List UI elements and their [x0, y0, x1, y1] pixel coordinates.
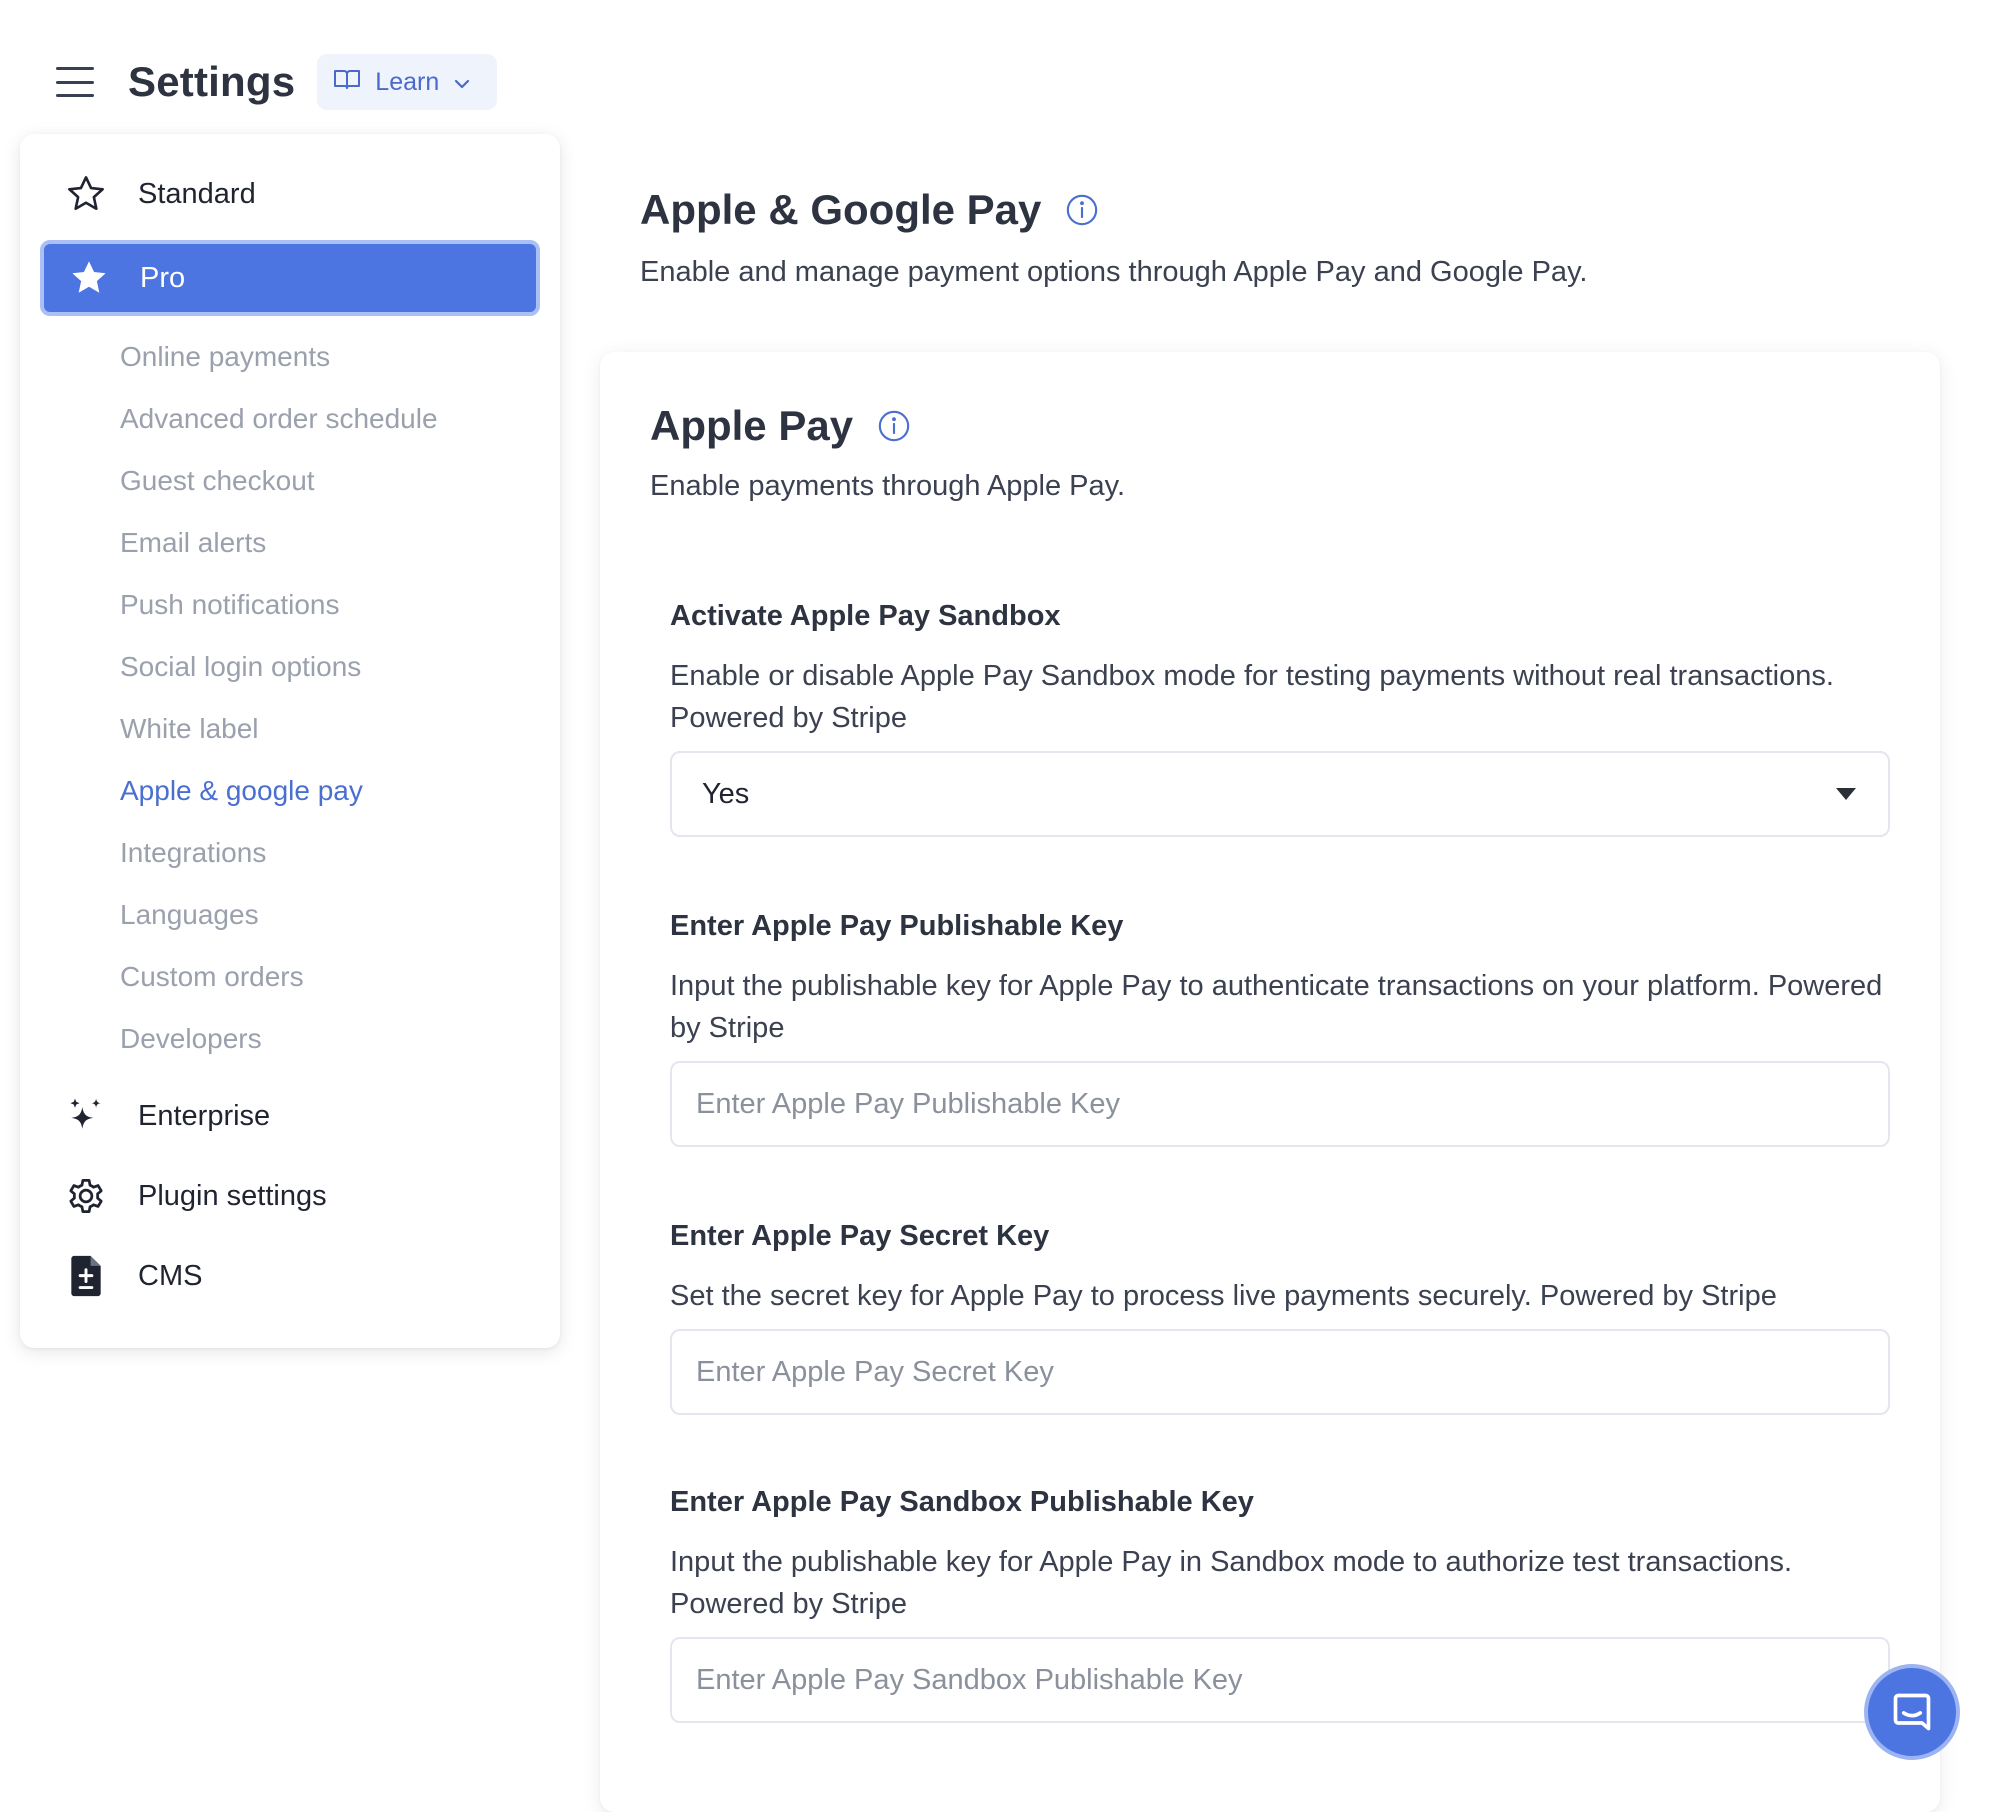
field-label: Enter Apple Pay Publishable Key [670, 910, 1124, 942]
sidebar-item-label: Standard [138, 177, 256, 210]
page-section-title: Apple & Google Pay [640, 186, 1042, 233]
secret-key-input[interactable] [670, 1329, 1890, 1415]
field-label: Activate Apple Pay Sandbox [670, 600, 1061, 632]
sidebar-item-standard[interactable]: Standard [64, 172, 256, 216]
sidebar-subitem-apple-google-pay[interactable]: Apple & google pay [120, 760, 438, 822]
book-open-icon [333, 67, 361, 98]
sidebar-subitem-guest-checkout[interactable]: Guest checkout [120, 450, 438, 512]
publishable-key-field: Enter Apple Pay Publishable Key Input th… [670, 910, 1890, 1147]
secret-key-field: Enter Apple Pay Secret Key Set the secre… [670, 1220, 1890, 1415]
info-icon[interactable] [877, 409, 911, 443]
sidebar-subitem-integrations[interactable]: Integrations [120, 822, 438, 884]
sidebar-subitem-social-login-options[interactable]: Social login options [120, 636, 438, 698]
learn-dropdown-button[interactable]: Learn [317, 54, 498, 110]
sandbox-select[interactable]: Yes [670, 751, 1890, 837]
star-filled-icon [68, 257, 110, 299]
select-value: Yes [702, 777, 750, 810]
sidebar-item-label: Enterprise [138, 1099, 271, 1132]
sidebar-subitem-email-alerts[interactable]: Email alerts [120, 512, 438, 574]
sparkles-icon [64, 1094, 108, 1138]
apple-pay-card: Apple Pay Enable payments through Apple … [600, 352, 1940, 1812]
learn-label: Learn [375, 67, 440, 96]
pro-submenu: Online payments Advanced order schedule … [120, 326, 438, 1070]
chat-bubble-icon [1889, 1690, 1935, 1734]
field-description: Input the publishable key for Apple Pay … [670, 970, 1883, 1044]
sidebar-item-pro[interactable]: Pro [40, 240, 540, 316]
sidebar-item-cms[interactable]: CMS [64, 1254, 202, 1298]
sidebar-subitem-developers[interactable]: Developers [120, 1008, 438, 1070]
page-title: Settings [128, 58, 296, 105]
sidebar-item-enterprise[interactable]: Enterprise [64, 1094, 270, 1138]
field-label: Enter Apple Pay Secret Key [670, 1220, 1050, 1252]
sidebar-item-label: Plugin settings [138, 1179, 327, 1212]
sandbox-publishable-key-field: Enter Apple Pay Sandbox Publishable Key … [670, 1486, 1890, 1723]
chevron-down-icon [453, 68, 471, 97]
gear-icon [64, 1174, 108, 1218]
star-outline-icon [64, 172, 108, 216]
chat-launcher-button[interactable] [1864, 1664, 1960, 1760]
sidebar-item-label: CMS [138, 1259, 203, 1292]
sidebar-item-plugin-settings[interactable]: Plugin settings [64, 1174, 327, 1218]
sidebar-subitem-custom-orders[interactable]: Custom orders [120, 946, 438, 1008]
sidebar-subitem-advanced-order-schedule[interactable]: Advanced order schedule [120, 388, 438, 450]
field-description: Input the publishable key for Apple Pay … [670, 1546, 1793, 1620]
sandbox-field: Activate Apple Pay Sandbox Enable or dis… [670, 600, 1890, 837]
field-label: Enter Apple Pay Sandbox Publishable Key [670, 1486, 1254, 1518]
sidebar-item-label: Pro [140, 261, 186, 294]
field-description: Enable or disable Apple Pay Sandbox mode… [670, 660, 1834, 734]
card-description: Enable payments through Apple Pay. [650, 470, 1126, 502]
info-icon[interactable] [1065, 193, 1099, 227]
sidebar-subitem-languages[interactable]: Languages [120, 884, 438, 946]
document-icon [64, 1254, 108, 1298]
card-title: Apple Pay [650, 402, 854, 449]
sandbox-publishable-key-input[interactable] [670, 1637, 1890, 1723]
field-description: Set the secret key for Apple Pay to proc… [670, 1280, 1777, 1312]
main-header: Apple & Google Pay Enable and manage pay… [640, 186, 1587, 289]
settings-sidebar: Standard Pro Online payments Advanced or… [20, 134, 560, 1348]
publishable-key-input[interactable] [670, 1061, 1890, 1147]
page-section-description: Enable and manage payment options throug… [640, 256, 1588, 288]
sidebar-subitem-online-payments[interactable]: Online payments [120, 326, 438, 388]
top-header: Settings Learn [56, 52, 498, 112]
sidebar-subitem-push-notifications[interactable]: Push notifications [120, 574, 438, 636]
hamburger-menu-icon[interactable] [56, 67, 94, 97]
caret-down-icon [1836, 788, 1856, 800]
sidebar-subitem-white-label[interactable]: White label [120, 698, 438, 760]
